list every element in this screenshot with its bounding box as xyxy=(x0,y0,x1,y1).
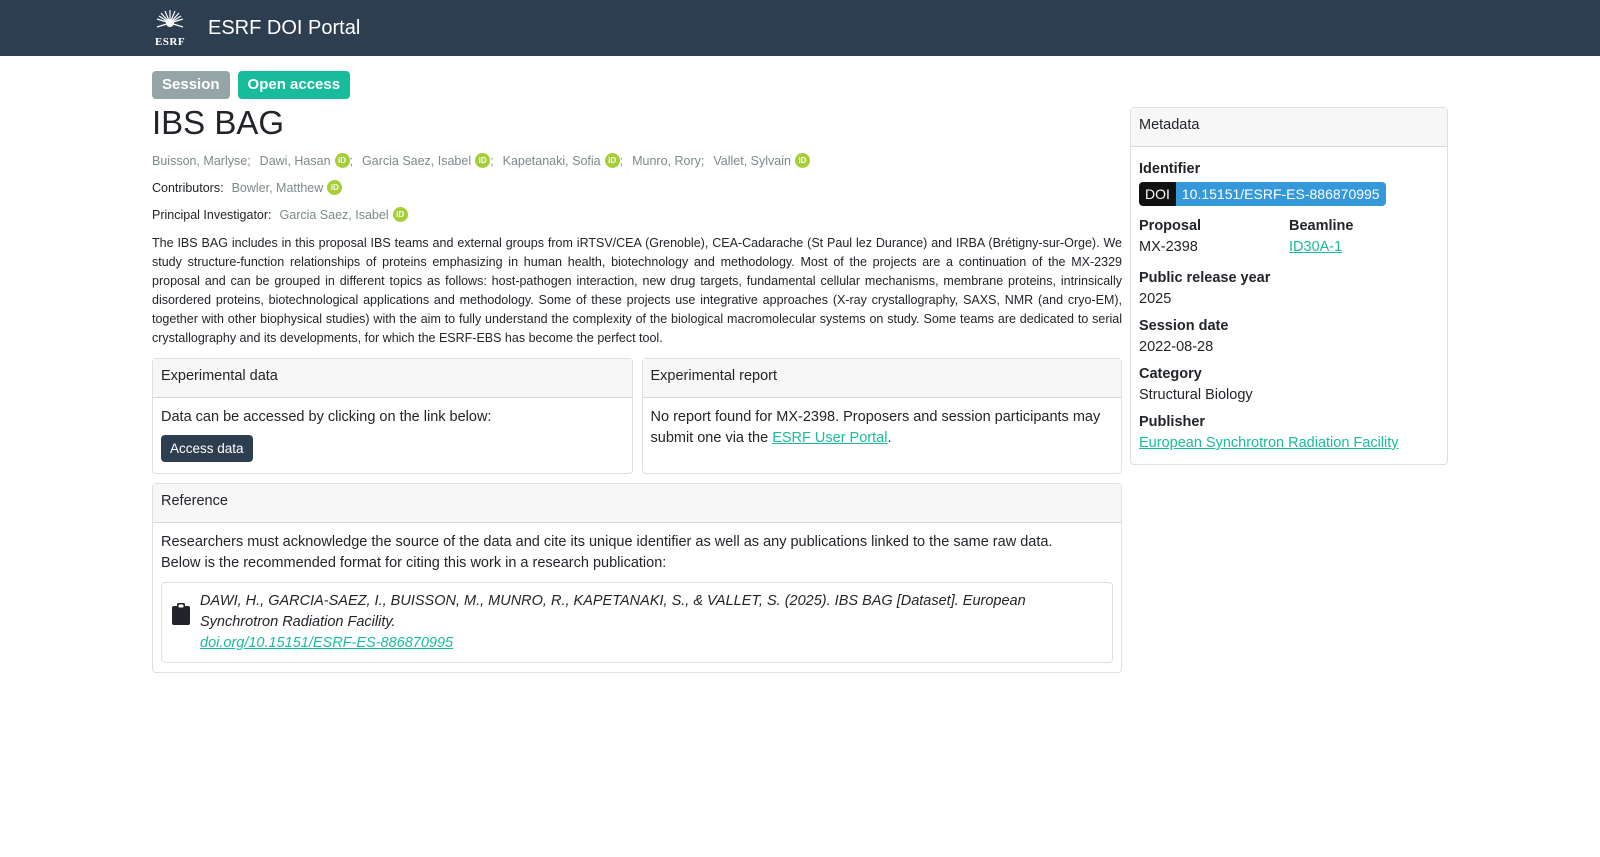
author-name: Munro, Rory xyxy=(632,153,701,168)
author-separator: ; xyxy=(700,153,705,168)
citation-doi-link[interactable]: doi.org/10.15151/ESRF-ES-886870995 xyxy=(200,635,453,651)
session-date-value: 2022-08-28 xyxy=(1139,339,1214,355)
author: Garcia Saez, Isabel iD xyxy=(362,153,491,168)
orcid-icon[interactable]: iD xyxy=(392,207,408,222)
proposal-label: Proposal xyxy=(1139,218,1202,234)
contributors-label: Contributors: xyxy=(152,180,224,195)
reference-line-1: Researchers must acknowledge the source … xyxy=(161,534,1053,550)
experimental-data-text: Data can be accessed by clicking on the … xyxy=(161,409,492,425)
esrf-logo[interactable]: ESRF xyxy=(152,8,188,48)
orcid-icon[interactable]: iD xyxy=(604,153,620,168)
author-name: Vallet, Sylvain xyxy=(713,153,791,168)
category-value: Structural Biology xyxy=(1139,387,1253,403)
reference-header: Reference xyxy=(153,484,1121,523)
orcid-icon[interactable]: iD xyxy=(794,153,810,168)
page-title: IBS BAG xyxy=(152,104,285,141)
badge-row: Session Open access xyxy=(152,71,1122,99)
author-name: Buisson, Marlyse xyxy=(152,153,248,168)
contributors-line: Contributors: Bowler, Matthew iD xyxy=(152,180,1122,195)
pi-label: Principal Investigator: xyxy=(152,207,272,222)
abstract-text: The IBS BAG includes in this proposal IB… xyxy=(152,236,1122,345)
metadata-body: Identifier DOI 10.15151/ESRF-ES-88687099… xyxy=(1131,147,1447,464)
reference-card: Reference Researchers must acknowledge t… xyxy=(152,483,1122,673)
session-badge: Session xyxy=(152,71,230,99)
principal-investigator: Garcia Saez, Isabel iD xyxy=(280,207,408,222)
starburst-icon xyxy=(156,10,184,28)
citation-text: DAWI, H., GARCIA-SAEZ, I., BUISSON, M., … xyxy=(200,593,1026,630)
experimental-data-card: Experimental data Data can be accessed b… xyxy=(152,358,633,474)
proposal-value: MX-2398 xyxy=(1139,239,1198,255)
experimental-report-body: No report found for MX-2398. Proposers a… xyxy=(643,398,1122,458)
session-date-label: Session date xyxy=(1139,318,1229,334)
brand-title[interactable]: ESRF DOI Portal xyxy=(208,17,360,40)
main-column: Session Open access IBS BAG Buisson, Mar… xyxy=(152,56,1122,673)
reference-body: Researchers must acknowledge the source … xyxy=(153,523,1121,672)
beamline-link[interactable]: ID30A-1 xyxy=(1289,239,1342,255)
publisher-label: Publisher xyxy=(1139,414,1206,430)
category-label: Category xyxy=(1139,366,1202,382)
author-separator: ; xyxy=(349,153,354,168)
release-year-label: Public release year xyxy=(1139,270,1271,286)
logo-text: ESRF xyxy=(154,36,186,48)
open-access-badge: Open access xyxy=(237,71,351,99)
author: Munro, Rory xyxy=(632,154,701,168)
author-separator: ; xyxy=(490,153,494,168)
top-navbar: ESRF ESRF DOI Portal xyxy=(0,0,1600,56)
doi-value: 10.15151/ESRF-ES-886870995 xyxy=(1175,182,1386,206)
author: Dawi, Hasan iD xyxy=(260,153,350,168)
author-name: Kapetanaki, Sofia xyxy=(502,153,601,168)
contributor-name: Bowler, Matthew xyxy=(231,180,324,195)
identifier-label: Identifier xyxy=(1139,161,1201,177)
experimental-report-header: Experimental report xyxy=(642,359,1121,398)
orcid-icon[interactable]: iD xyxy=(475,153,491,168)
author: Vallet, Sylvain iD xyxy=(713,153,810,168)
author: Buisson, Marlyse xyxy=(152,154,247,168)
experimental-data-header: Experimental data xyxy=(153,359,632,398)
release-year-value: 2025 xyxy=(1139,291,1172,307)
reference-line-2: Below is the recommended format for citi… xyxy=(161,555,667,571)
pi-line: Principal Investigator: Garcia Saez, Isa… xyxy=(152,207,1122,222)
pi-name: Garcia Saez, Isabel xyxy=(279,207,389,222)
publisher-link[interactable]: European Synchrotron Radiation Facility xyxy=(1139,435,1399,451)
user-portal-link[interactable]: ESRF User Portal xyxy=(772,430,887,446)
experimental-data-body: Data can be accessed by clicking on the … xyxy=(153,398,632,471)
doi-key: DOI xyxy=(1139,182,1176,206)
experiment-cards-row: Experimental data Data can be accessed b… xyxy=(152,358,1122,474)
report-text-end: . xyxy=(887,430,892,446)
proposal-beamline-row: Proposal MX-2398 Beamline ID30A-1 xyxy=(1139,212,1439,264)
doi-badge[interactable]: DOI 10.15151/ESRF-ES-886870995 xyxy=(1139,182,1386,206)
author-name: Garcia Saez, Isabel xyxy=(362,153,472,168)
citation-box: DAWI, H., GARCIA-SAEZ, I., BUISSON, M., … xyxy=(161,582,1113,663)
orcid-icon[interactable]: iD xyxy=(334,153,350,168)
metadata-header: Metadata xyxy=(1131,108,1447,147)
authors-line: Buisson, Marlyse; Dawi, Hasan iD; Garcia Sa… xyxy=(152,153,1122,168)
author-name: Dawi, Hasan xyxy=(259,153,331,168)
experimental-report-card: Experimental report No report found for … xyxy=(641,358,1122,474)
access-data-button[interactable]: Access data xyxy=(161,435,253,462)
orcid-icon[interactable]: iD xyxy=(327,180,343,195)
metadata-card: Metadata Identifier DOI 10.15151/ESRF-ES… xyxy=(1130,107,1448,465)
author-separator: ; xyxy=(247,153,251,168)
clipboard-icon[interactable] xyxy=(172,603,190,625)
author: Kapetanaki, Sofia iD xyxy=(503,153,620,168)
contributor: Bowler, Matthew iD xyxy=(232,180,343,195)
beamline-label: Beamline xyxy=(1289,218,1354,234)
author-separator: ; xyxy=(619,153,624,168)
